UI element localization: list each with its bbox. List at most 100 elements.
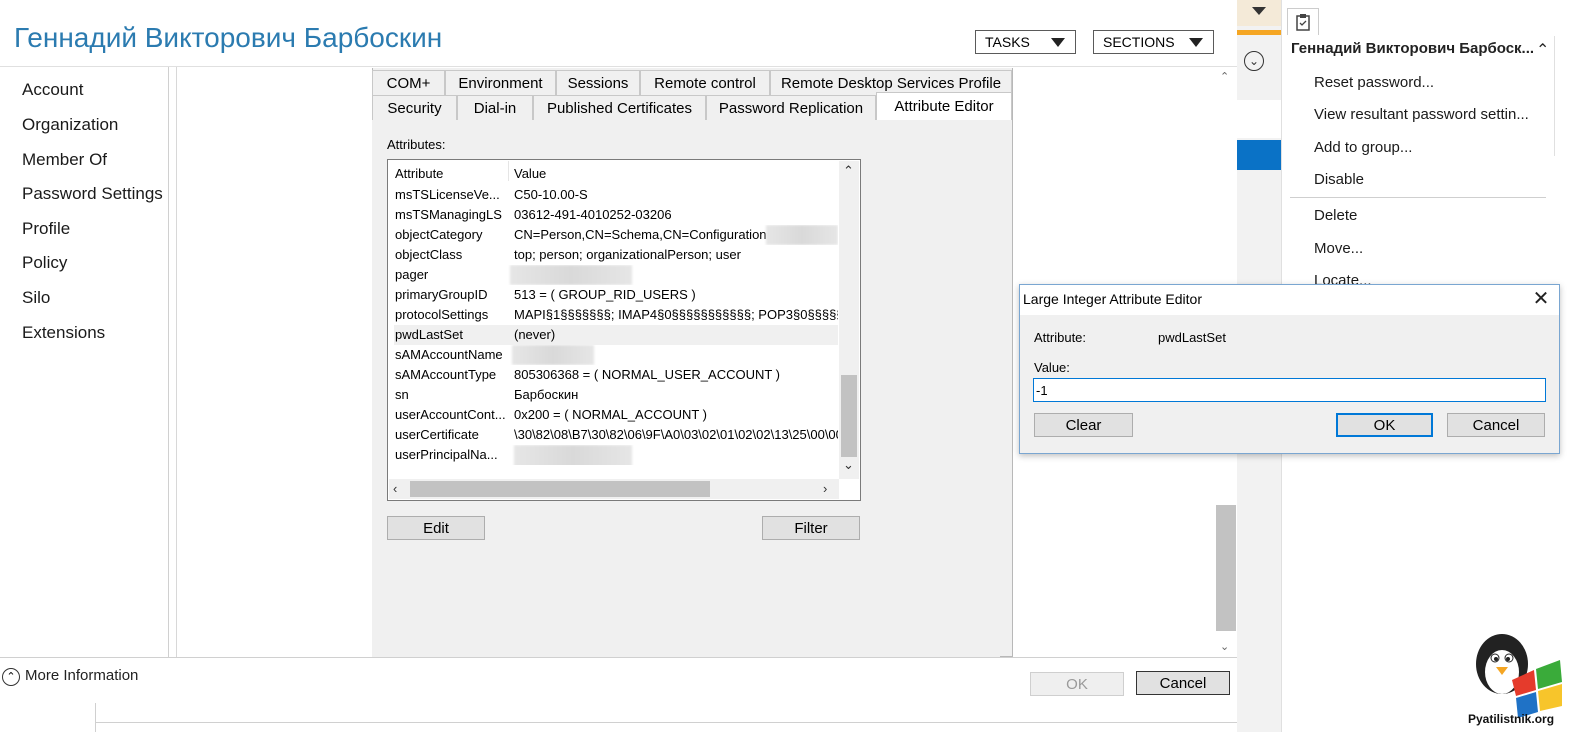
nav-item-member-of[interactable]: Member Of [22, 150, 107, 170]
tab-security[interactable]: Security [372, 95, 457, 120]
tab-published-certificates[interactable]: Published Certificates [533, 95, 706, 120]
task-view-resultant-password-settings[interactable]: View resultant password settin... [1314, 106, 1529, 123]
dialog-title: Large Integer Attribute Editor [1023, 291, 1202, 307]
chevron-up-circle-icon[interactable]: ⌃ [2, 668, 20, 686]
attribute-value: C50-10.00-S [514, 187, 588, 202]
nav-item-silo[interactable]: Silo [22, 288, 50, 308]
scroll-up-icon[interactable]: ⌃ [1220, 70, 1229, 83]
nav-item-profile[interactable]: Profile [22, 219, 70, 239]
divider [95, 703, 96, 732]
table-row-selected[interactable]: pwdLastSet (never) [394, 325, 838, 345]
tasks-scrollbar [1554, 36, 1555, 156]
clipboard-icon [1296, 14, 1310, 31]
attribute-value: 805306368 = ( NORMAL_USER_ACCOUNT ) [514, 367, 781, 382]
cancel-button[interactable]: Cancel [1447, 413, 1545, 437]
tab-remote-control[interactable]: Remote control [640, 70, 770, 95]
tab-sessions[interactable]: Sessions [556, 70, 640, 95]
tasks-user-title: Геннадий Викторович Барбоск... [1291, 40, 1535, 57]
ok-button-label: OK [1373, 416, 1396, 434]
scroll-left-icon[interactable]: ‹ [393, 481, 397, 496]
table-row[interactable]: userCertificate \30\82\08\B7\30\82\06\9F… [394, 425, 838, 445]
table-row[interactable]: msTSLicenseVe... C50-10.00-S [394, 185, 838, 205]
column-header-attribute[interactable]: Attribute [395, 166, 443, 181]
attribute-name: userAccountCont... [395, 407, 506, 422]
ok-button-disabled[interactable]: OK [1030, 672, 1124, 696]
attribute-name: userPrincipalNa... [395, 447, 498, 462]
nav-divider [176, 67, 177, 657]
table-row[interactable]: sAMAccountName [394, 345, 838, 365]
nav-item-organization[interactable]: Organization [22, 115, 118, 135]
close-icon[interactable]: ✕ [1530, 288, 1552, 310]
nav-item-password-settings[interactable]: Password Settings [22, 184, 163, 204]
task-add-to-group[interactable]: Add to group... [1314, 139, 1412, 156]
more-information-toggle[interactable]: More Information [25, 667, 138, 684]
column-header-value[interactable]: Value [514, 166, 546, 181]
side-strip-selected-item[interactable] [1237, 140, 1281, 170]
scroll-up-icon[interactable]: ⌃ [843, 163, 854, 179]
attribute-value: 0x200 = ( NORMAL_ACCOUNT ) [514, 407, 708, 422]
edit-button[interactable]: Edit [387, 516, 485, 540]
attributes-hscroll-thumb[interactable] [410, 481, 710, 497]
table-row[interactable]: msTSManagingLS 03612-491-4010252-03206 [394, 205, 838, 225]
task-reset-password[interactable]: Reset password... [1314, 74, 1434, 91]
side-strip-accent [1237, 30, 1281, 35]
table-row[interactable]: objectClass top; person; organizationalP… [394, 245, 838, 265]
divider [95, 722, 1281, 723]
filter-button-label: Filter [794, 519, 828, 537]
redacted-blur [510, 265, 632, 285]
filter-button[interactable]: Filter [762, 516, 860, 540]
nav-item-policy[interactable]: Policy [22, 253, 67, 273]
table-row[interactable]: sAMAccountType 805306368 = ( NORMAL_USER… [394, 365, 838, 385]
table-row[interactable]: objectCategory CN=Person,CN=Schema,CN=Co… [394, 225, 838, 245]
table-row[interactable]: primaryGroupID 513 = ( GROUP_RID_USERS ) [394, 285, 838, 305]
tab-password-replication[interactable]: Password Replication [706, 95, 876, 120]
watermark-text: Pyatilistnik.org [1468, 712, 1555, 726]
attribute-value: 513 = ( GROUP_RID_USERS ) [514, 287, 696, 302]
clear-button[interactable]: Clear [1034, 413, 1133, 437]
tasks-separator [1290, 197, 1546, 198]
scroll-right-icon[interactable]: › [823, 481, 827, 496]
chevron-up-icon[interactable]: ⌃ [1536, 40, 1549, 60]
redacted-blur [514, 445, 632, 465]
tab-dial-in[interactable]: Dial-in [457, 95, 533, 120]
side-strip-item[interactable] [1237, 100, 1281, 138]
tab-com-plus[interactable]: COM+ [372, 70, 445, 95]
attribute-value: Барбоскин [514, 387, 579, 402]
table-row[interactable]: protocolSettings MAPI§1§§§§§§§; IMAP4§0§… [394, 305, 838, 325]
tab-attribute-editor[interactable]: Attribute Editor [876, 92, 1012, 120]
sections-dropdown-button[interactable]: SECTIONS [1093, 30, 1214, 54]
ok-button[interactable]: OK [1336, 413, 1433, 437]
scroll-down-icon[interactable]: ⌄ [1220, 640, 1229, 653]
cancel-button[interactable]: Cancel [1136, 671, 1230, 695]
attribute-value: CN=Person,CN=Schema,CN=Configuration [514, 227, 766, 242]
attribute-name: objectCategory [395, 227, 483, 242]
header-divider [0, 66, 1237, 67]
attributes-label: Attributes: [387, 137, 446, 152]
cancel-button-label: Cancel [1159, 674, 1207, 692]
main-scrollbar-thumb[interactable] [1216, 505, 1236, 631]
redacted-blur [512, 345, 594, 365]
chevron-down-icon[interactable] [1252, 7, 1266, 15]
nav-item-extensions[interactable]: Extensions [22, 323, 105, 343]
table-row[interactable]: pager [394, 265, 838, 285]
sections-label: SECTIONS [1103, 34, 1175, 50]
task-delete[interactable]: Delete [1314, 207, 1357, 224]
task-disable[interactable]: Disable [1314, 171, 1364, 188]
tasks-dropdown-button[interactable]: TASKS [975, 30, 1076, 54]
clipboard-tab[interactable] [1287, 8, 1319, 35]
chevron-down-circle-icon[interactable]: ⌄ [1244, 51, 1264, 71]
nav-item-account[interactable]: Account [22, 80, 83, 100]
scroll-down-icon[interactable]: ⌄ [843, 457, 854, 473]
tab-environment[interactable]: Environment [445, 70, 556, 95]
table-row[interactable]: sn Барбоскин [394, 385, 838, 405]
attribute-name: protocolSettings [395, 307, 489, 322]
value-input[interactable] [1033, 378, 1546, 402]
attributes-vscroll-thumb[interactable] [841, 375, 857, 457]
column-divider [508, 161, 509, 181]
attribute-name-value: pwdLastSet [1158, 330, 1226, 345]
table-row[interactable]: userAccountCont... 0x200 = ( NORMAL_ACCO… [394, 405, 838, 425]
cancel-button-label: Cancel [1472, 416, 1520, 434]
table-row[interactable]: userPrincipalNa... [394, 445, 838, 465]
attribute-name: primaryGroupID [395, 287, 488, 302]
task-move[interactable]: Move... [1314, 240, 1363, 257]
